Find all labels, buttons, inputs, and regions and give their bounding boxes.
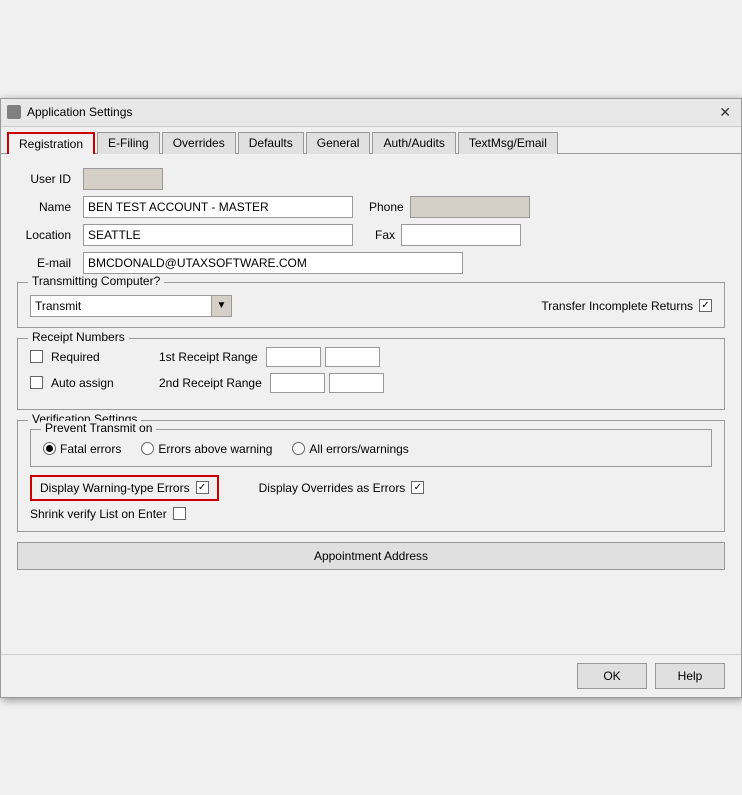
bottom-spacer [17,580,725,640]
transmit-select-input[interactable] [31,296,211,316]
first-range-label: 1st Receipt Range [159,350,258,364]
auto-assign-checkbox[interactable] [30,376,43,389]
transmit-dropdown-arrow[interactable]: ▼ [211,296,231,316]
prevent-group-title: Prevent Transmit on [41,421,156,435]
second-range-input-2[interactable] [329,373,384,393]
radio-errors-above-warning[interactable]: Errors above warning [141,442,272,456]
auto-assign-label: Auto assign [51,376,121,390]
appointment-address-button[interactable]: Appointment Address [17,542,725,570]
tab-defaults[interactable]: Defaults [238,132,304,154]
required-label: Required [51,350,121,364]
required-row: Required 1st Receipt Range [30,347,712,367]
radio-fatal-errors-button[interactable] [43,442,56,455]
tabs-row: Registration E-Filing Overrides Defaults… [1,127,741,154]
warning-row: Display Warning-type Errors Display Over… [30,475,712,501]
userid-label: User ID [17,172,77,186]
name-input[interactable] [83,196,353,218]
transmit-select-wrapper[interactable]: ▼ [30,295,232,317]
window-title: Application Settings [27,105,132,119]
shrink-verify-row: Shrink verify List on Enter [30,507,712,521]
transfer-incomplete-row: Transfer Incomplete Returns [541,299,712,313]
title-bar: Application Settings ✕ [1,99,741,127]
radio-fatal-errors[interactable]: Fatal errors [43,442,121,456]
transfer-checkbox[interactable] [699,299,712,312]
first-range-input-1[interactable] [266,347,321,367]
second-range-input-1[interactable] [270,373,325,393]
tab-registration[interactable]: Registration [7,132,95,154]
transmit-group-title: Transmitting Computer? [28,274,164,288]
fax-input[interactable] [401,224,521,246]
userid-input[interactable] [83,168,163,190]
email-input[interactable] [83,252,463,274]
radio-all-errors[interactable]: All errors/warnings [292,442,408,456]
shrink-verify-label: Shrink verify List on Enter [30,507,167,521]
tab-efiling[interactable]: E-Filing [97,132,160,154]
tab-auth-audits[interactable]: Auth/Audits [372,132,455,154]
name-label: Name [17,200,77,214]
radio-all-errors-button[interactable] [292,442,305,455]
display-overrides-checkbox[interactable] [411,481,424,494]
second-range-label: 2nd Receipt Range [159,376,262,390]
verification-group: Verification Settings Prevent Transmit o… [17,420,725,532]
email-row: E-mail [17,252,725,274]
shrink-verify-checkbox[interactable] [173,507,186,520]
display-warning-highlight: Display Warning-type Errors [30,475,219,501]
application-window: Application Settings ✕ Registration E-Fi… [0,98,742,698]
tab-general[interactable]: General [306,132,371,154]
tab-overrides[interactable]: Overrides [162,132,236,154]
close-button[interactable]: ✕ [715,104,735,121]
location-row: Location Fax [17,224,725,246]
title-bar-left: Application Settings [7,105,132,119]
transmit-group: Transmitting Computer? ▼ Transfer Incomp… [17,282,725,328]
content-area: User ID Name Phone Location Fax E-mail T… [1,154,741,654]
receipt-group-title: Receipt Numbers [28,330,129,344]
ok-button[interactable]: OK [577,663,647,689]
phone-input[interactable] [410,196,530,218]
bottom-bar: OK Help [1,654,741,697]
email-label: E-mail [17,256,77,270]
help-button[interactable]: Help [655,663,725,689]
display-overrides-row: Display Overrides as Errors [259,481,425,495]
first-range-input-2[interactable] [325,347,380,367]
prevent-transmit-group: Prevent Transmit on Fatal errors Errors … [30,429,712,467]
userid-row: User ID [17,168,725,190]
fax-label: Fax [375,228,395,242]
radio-row: Fatal errors Errors above warning All er… [43,442,699,456]
location-input[interactable] [83,224,353,246]
auto-assign-row: Auto assign 2nd Receipt Range [30,373,712,393]
radio-errors-above-warning-button[interactable] [141,442,154,455]
display-overrides-label: Display Overrides as Errors [259,481,406,495]
required-checkbox[interactable] [30,350,43,363]
phone-label: Phone [369,200,404,214]
transmit-row: ▼ Transfer Incomplete Returns [30,295,712,317]
second-range-inputs [270,373,384,393]
location-label: Location [17,228,77,242]
transfer-label: Transfer Incomplete Returns [541,299,693,313]
app-icon [7,105,21,119]
receipt-group: Receipt Numbers Required 1st Receipt Ran… [17,338,725,410]
tab-textmsg-email[interactable]: TextMsg/Email [458,132,558,154]
first-range-inputs [266,347,380,367]
display-warning-checkbox[interactable] [196,481,209,494]
display-warning-label: Display Warning-type Errors [40,481,190,495]
name-row: Name Phone [17,196,725,218]
